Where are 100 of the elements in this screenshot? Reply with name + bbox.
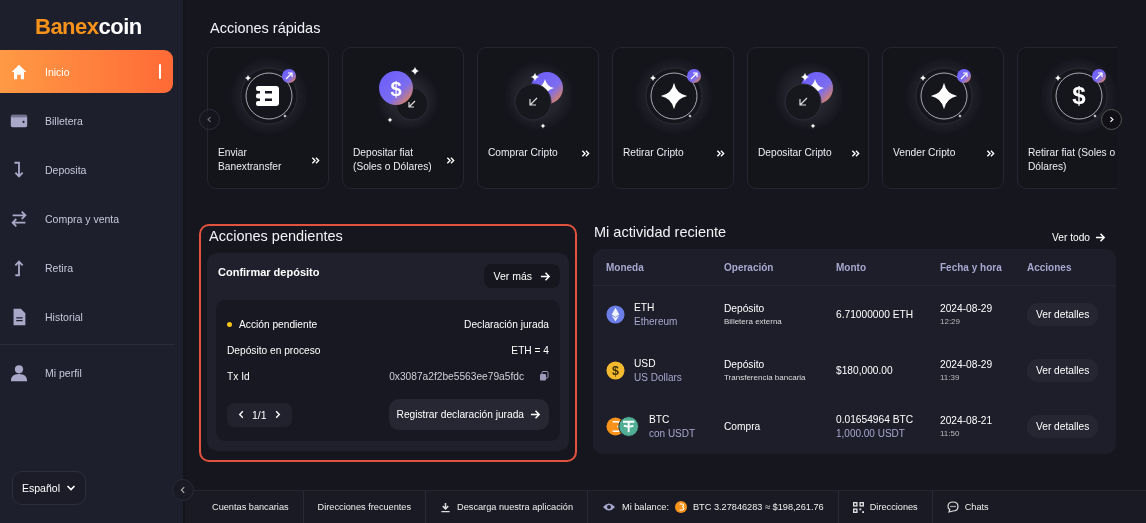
sidebar-item[interactable]: Mi perfil	[0, 351, 173, 394]
section-title: Mi actividad reciente	[594, 224, 727, 240]
balance-value: BTC 3.27846283 ≈ $198,261.76	[693, 502, 824, 512]
logo: Banexcoin	[34, 13, 143, 41]
amount: $180,000.00	[836, 364, 894, 376]
date: 2024-08-29	[940, 302, 994, 314]
chat-icon	[946, 501, 959, 513]
download-icon	[440, 501, 452, 513]
detail-label: Tx Id	[227, 370, 250, 382]
chevron-right-icon	[1108, 115, 1115, 124]
operation-type: Depósito	[724, 358, 766, 370]
arrow-right-icon	[540, 270, 551, 282]
arrow-right-icon	[530, 409, 541, 420]
balance-label: Mi balance:	[622, 502, 669, 512]
secondary-amount: 1,000.00 USDT	[836, 427, 906, 439]
sidebar-item[interactable]: Billetera	[0, 99, 173, 142]
sidebar-item[interactable]: Deposita	[0, 148, 173, 191]
amount: 0.01654964 BTC	[836, 413, 915, 425]
chevron-down-icon	[65, 483, 76, 493]
footer-link[interactable]: Cuentas bancarias	[212, 502, 289, 512]
sidebar-item[interactable]: Compra y venta	[0, 197, 173, 240]
see-more-button[interactable]: Ver más	[484, 264, 560, 288]
status-value: Declaración jurada	[464, 318, 549, 330]
coin-pair-icon	[606, 415, 640, 437]
quick-action-card[interactable]: $ Depositar fiat (Soles o Dólares)	[342, 47, 464, 189]
operation-type: Depósito	[724, 302, 766, 314]
user-icon	[9, 362, 29, 383]
quick-action-card[interactable]: Comprar Cripto	[477, 47, 599, 189]
card-label: Retirar Cripto	[623, 146, 685, 160]
card-label: Vender Cripto	[893, 146, 957, 160]
chevron-left-icon	[206, 115, 213, 124]
double-chevron-icon	[716, 148, 725, 158]
time: 11:50	[940, 428, 961, 438]
double-chevron-icon	[986, 148, 995, 158]
chevron-left-icon[interactable]	[237, 410, 246, 419]
dollar-coin-icon: $	[606, 360, 625, 380]
quick-action-card[interactable]: Retirar Cripto	[612, 47, 734, 189]
swap-arrows-icon	[9, 208, 29, 229]
language-selector[interactable]: Español	[12, 471, 86, 505]
column-header: Operación	[724, 260, 775, 275]
card-label: Enviar Banextransfer	[218, 146, 283, 174]
coin-name: US Dollars	[634, 371, 682, 383]
page-indicator: 1/1	[252, 408, 267, 421]
card-title: Confirmar depósito	[218, 266, 320, 278]
card-label: Retirar fiat (Soles o Dólares)	[1028, 146, 1117, 174]
double-chevron-icon	[851, 148, 860, 158]
time: 12:29	[940, 316, 962, 326]
detail-value: ETH = 4	[511, 344, 549, 356]
double-chevron-icon	[311, 155, 320, 165]
column-header: Acciones	[1027, 260, 1073, 275]
arrow-right-icon	[1095, 232, 1106, 243]
operation-detail: Transferencia bancaria	[724, 372, 807, 382]
date: 2024-08-21	[940, 414, 994, 426]
sidebar-item[interactable]: Historial	[0, 295, 173, 338]
active-indicator	[158, 64, 161, 79]
qr-code-icon	[852, 501, 864, 513]
quick-action-card[interactable]: Vender Cripto	[882, 47, 1004, 189]
details-button[interactable]: Ver detalles	[1027, 414, 1099, 438]
status-dot	[227, 321, 232, 327]
footer-link[interactable]: Descarga nuestra aplicación	[457, 502, 573, 512]
transaction-id: 0x3087a2f2be5563ee79a5fdc	[389, 370, 524, 382]
time: 11:39	[940, 372, 961, 382]
operation-detail: Billetera externa	[724, 316, 783, 326]
coin-name: Ethereum	[634, 315, 678, 327]
pagination[interactable]: 1/1	[227, 402, 292, 427]
details-button[interactable]: Ver detalles	[1027, 302, 1099, 326]
quick-action-card[interactable]: $ Retirar fiat (Soles o Dólares)	[1017, 47, 1117, 189]
operation-type: Compra	[724, 420, 762, 432]
card-label: Depositar fiat (Soles o Dólares)	[353, 146, 433, 174]
card-label: Comprar Cripto	[488, 146, 559, 160]
footer-link[interactable]: Chats	[964, 502, 989, 512]
coin-name: con USDT	[649, 427, 696, 439]
double-chevron-icon	[446, 155, 455, 165]
double-chevron-icon	[581, 148, 590, 158]
quick-action-card[interactable]: Enviar Banextransfer	[207, 47, 329, 189]
date: 2024-08-29	[940, 358, 994, 370]
coin-symbol: BTC	[649, 413, 671, 425]
amount: 6.71000000 ETH	[836, 308, 915, 320]
coin-symbol: USD	[634, 357, 657, 369]
register-declaration-button[interactable]: Registrar declaración jurada	[388, 399, 549, 430]
view-all-link[interactable]: Ver todo	[1052, 232, 1106, 243]
details-button[interactable]: Ver detalles	[1027, 358, 1099, 382]
ethereum-coin-icon	[606, 304, 625, 324]
column-header: Fecha y hora	[940, 260, 1003, 275]
detail-label: Depósito en proceso	[227, 344, 321, 356]
column-header: Monto	[836, 260, 867, 275]
chevron-left-icon	[179, 485, 187, 495]
coin-symbol: ETH	[634, 301, 656, 313]
status-label: Acción pendiente	[239, 318, 318, 330]
card-label: Depositar Cripto	[758, 146, 833, 160]
eye-icon[interactable]	[602, 502, 616, 512]
quick-action-card[interactable]: Depositar Cripto	[747, 47, 869, 189]
column-header: Moneda	[606, 260, 645, 275]
copy-icon[interactable]	[539, 371, 549, 381]
footer-link[interactable]: Direcciones frecuentes	[317, 502, 412, 512]
footer-link[interactable]: Direcciones	[869, 502, 918, 512]
section-title: Acciones rápidas	[210, 20, 322, 38]
bitcoin-coin-icon	[675, 501, 687, 513]
section-title: Acciones pendientes	[209, 228, 344, 244]
sidebar-item[interactable]: Retira	[0, 246, 173, 289]
